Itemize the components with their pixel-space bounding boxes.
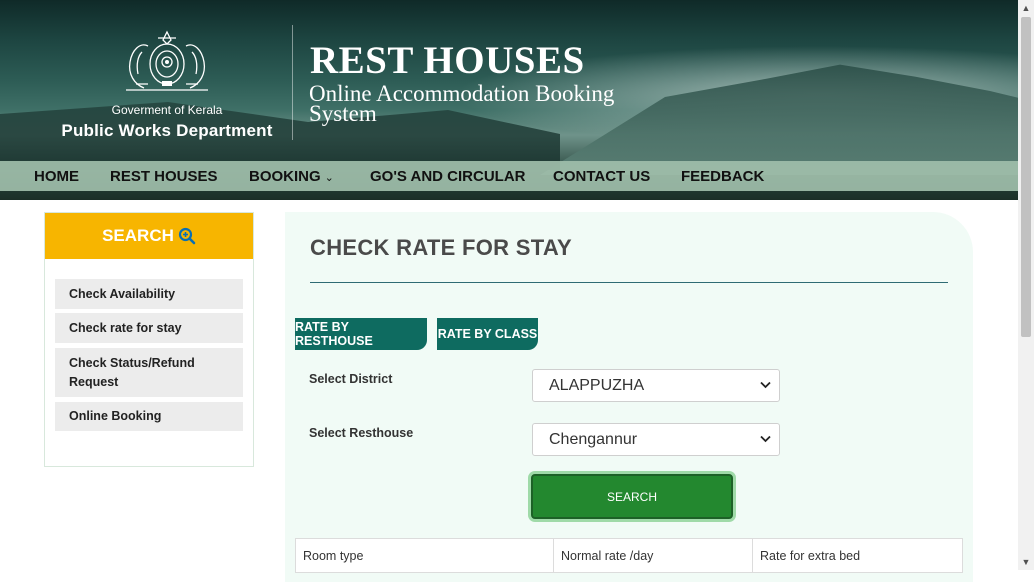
rate-table: Room type Normal rate /day Rate for extr… <box>295 538 963 573</box>
district-label: Select District <box>309 372 393 386</box>
column-header-room-type: Room type <box>295 538 554 573</box>
site-title: REST HOUSES <box>310 39 585 82</box>
nav-contact-us[interactable]: CONTACT US <box>553 168 650 185</box>
header-divider <box>292 25 293 140</box>
sidebar-item-check-availability[interactable]: Check Availability <box>55 279 243 309</box>
resthouse-select[interactable]: Chengannur <box>532 423 780 456</box>
tab-rate-by-resthouse[interactable]: RATE BY RESTHOUSE <box>295 318 427 350</box>
sidebar-item-label: Check rate for stay <box>69 320 182 335</box>
title-divider <box>310 282 948 283</box>
nav-booking[interactable]: BOOKING ⌄ <box>249 168 334 185</box>
sidebar-item-label: Check Status/Refund Request <box>69 355 195 389</box>
site-subtitle: Online Accommodation Booking System <box>309 81 615 126</box>
nav-home[interactable]: HOME <box>34 168 79 185</box>
chevron-down-icon: ⌄ <box>324 171 334 184</box>
district-select[interactable]: ALAPPUZHA <box>532 369 780 402</box>
nav-gos-and-circular[interactable]: GO'S AND CIRCULAR <box>370 168 526 185</box>
sidebar-item-online-booking[interactable]: Online Booking <box>55 402 243 431</box>
column-header-extra-bed-rate: Rate for extra bed <box>752 538 963 573</box>
scroll-down-icon[interactable]: ▼ <box>1018 554 1034 570</box>
table-header-row: Room type Normal rate /day Rate for extr… <box>295 538 963 573</box>
kerala-emblem-icon <box>126 30 208 91</box>
page-title: CHECK RATE FOR STAY <box>310 235 572 260</box>
chevron-down-icon <box>760 381 771 389</box>
scroll-up-icon[interactable]: ▲ <box>1018 0 1034 16</box>
chevron-down-icon <box>760 435 771 443</box>
tab-rate-by-class[interactable]: RATE BY CLASS <box>437 318 538 350</box>
government-name: Goverment of Kerala <box>111 103 223 117</box>
page-scrollbar[interactable]: ▲ ▼ <box>1018 0 1034 570</box>
header-banner: Goverment of Kerala Public Works Departm… <box>0 0 1018 200</box>
sidebar-title: SEARCH <box>102 226 174 245</box>
sidebar-item-check-rate[interactable]: Check rate for stay <box>55 313 243 343</box>
column-header-normal-rate: Normal rate /day <box>553 538 753 573</box>
search-button[interactable]: SEARCH <box>531 474 733 519</box>
sidebar-item-check-status-refund[interactable]: Check Status/Refund Request <box>55 348 243 397</box>
district-select-value: ALAPPUZHA <box>549 376 645 394</box>
search-plus-icon <box>178 227 196 245</box>
sidebar-item-label: Check Availability <box>69 286 176 301</box>
search-sidebar: SEARCH Check Availability Check rate for… <box>44 212 254 467</box>
nav-rest-houses[interactable]: REST HOUSES <box>110 168 218 185</box>
scrollbar-thumb[interactable] <box>1021 17 1031 337</box>
main-nav: HOME REST HOUSES BOOKING ⌄ GO'S AND CIRCU… <box>0 161 1018 191</box>
department-name: Public Works Department <box>61 121 273 140</box>
resthouse-label: Select Resthouse <box>309 426 414 440</box>
rate-panel: CHECK RATE FOR STAY RATE BY RESTHOUSE RA… <box>285 212 973 582</box>
sidebar-item-label: Online Booking <box>69 409 162 423</box>
nav-feedback[interactable]: FEEDBACK <box>681 168 764 185</box>
sidebar-header: SEARCH <box>45 213 253 259</box>
resthouse-select-value: Chengannur <box>549 430 638 448</box>
nav-booking-label: BOOKING <box>249 167 321 185</box>
